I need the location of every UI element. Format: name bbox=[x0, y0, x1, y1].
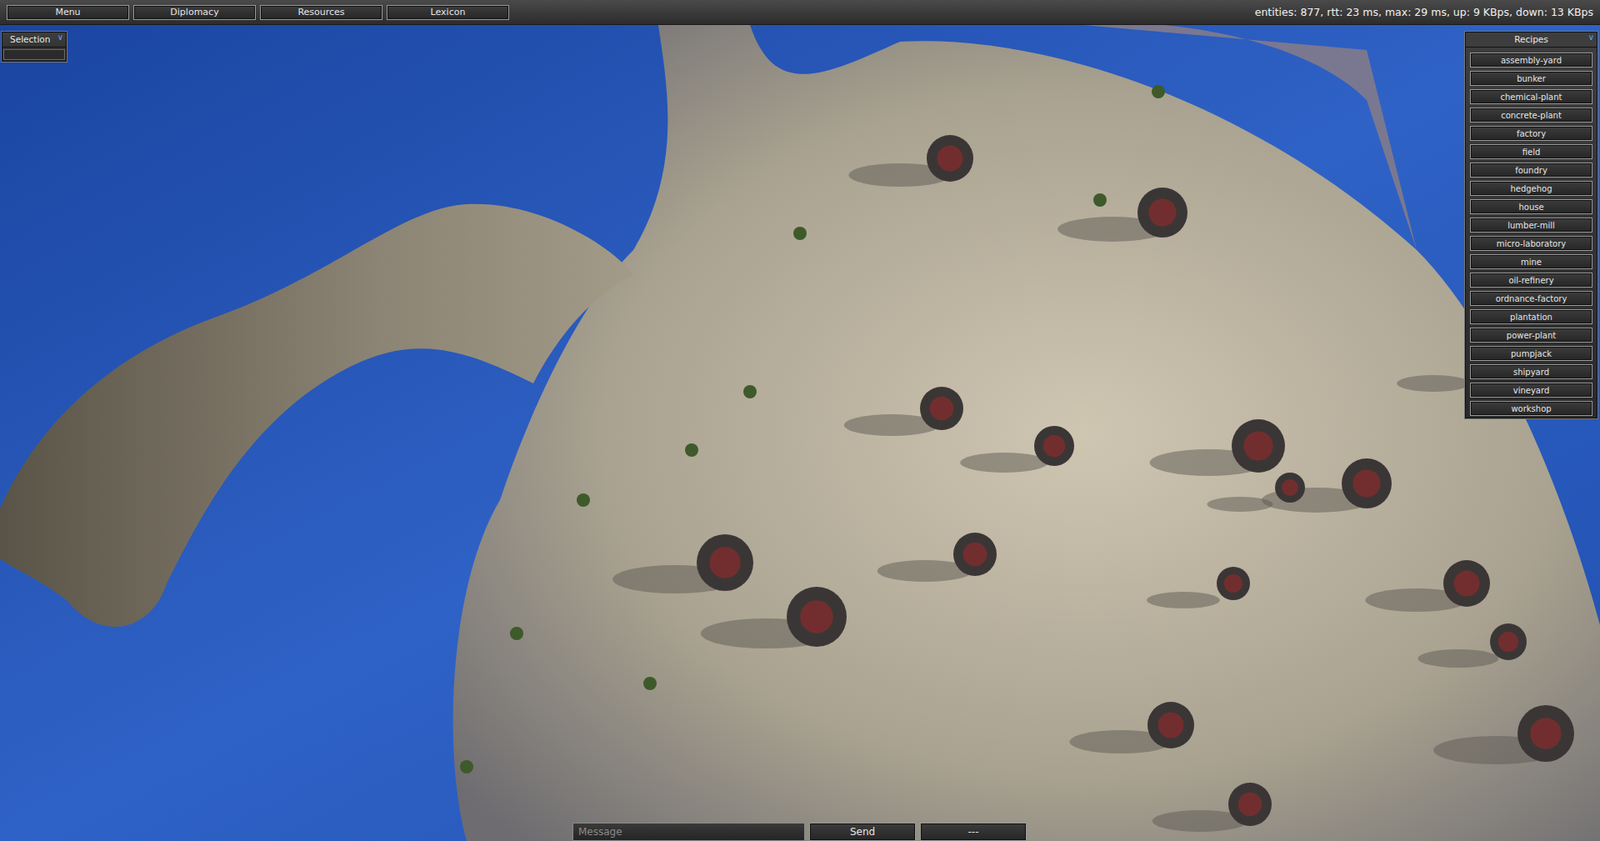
recipes-panel: Recipes ∨ assembly-yard bunker chemical-plan… bbox=[1464, 30, 1599, 420]
recipe-button[interactable]: mine bbox=[1470, 254, 1593, 270]
recipe-button[interactable]: field bbox=[1470, 144, 1593, 160]
menu-bar: MenuDiplomacy ResourcesLexicon entities: 8… bbox=[0, 0, 1600, 25]
recipe-list: assembly-yard bunker chemical-plant concret… bbox=[1465, 47, 1598, 416]
recipe-button[interactable]: house bbox=[1470, 199, 1593, 215]
selection-title[interactable]: Selection ∨ bbox=[1, 31, 67, 48]
chat-bar: Send--- bbox=[572, 822, 1027, 841]
menu-button[interactable]: Lexicon bbox=[386, 5, 510, 20]
chat-option-button[interactable]: --- bbox=[920, 822, 1027, 841]
recipe-button[interactable]: foundry bbox=[1470, 162, 1593, 178]
recipe-button[interactable]: power-plant bbox=[1470, 327, 1593, 343]
collapse-icon[interactable]: ∨ bbox=[1588, 32, 1595, 42]
recipe-button[interactable]: assembly-yard bbox=[1470, 52, 1593, 68]
recipe-button[interactable]: ordnance-factory bbox=[1470, 290, 1593, 306]
recipe-button[interactable]: chemical-plant bbox=[1470, 89, 1593, 105]
menu-buttons: MenuDiplomacy ResourcesLexicon bbox=[6, 5, 510, 20]
menu-button[interactable]: Diplomacy bbox=[133, 5, 256, 20]
recipe-button[interactable]: vineyard bbox=[1470, 382, 1593, 398]
recipe-button[interactable]: factory bbox=[1470, 125, 1593, 141]
game-view[interactable] bbox=[0, 0, 1600, 841]
collapse-icon[interactable]: ∨ bbox=[57, 32, 64, 42]
recipe-button[interactable]: shipyard bbox=[1470, 364, 1593, 380]
selection-panel: Selection ∨ bbox=[0, 30, 68, 63]
recipe-button[interactable]: workshop bbox=[1470, 400, 1593, 416]
selection-title-text: Selection bbox=[10, 34, 50, 45]
recipe-button[interactable]: lumber-mill bbox=[1470, 217, 1593, 233]
recipe-button[interactable]: hedgehog bbox=[1470, 180, 1593, 196]
recipe-button[interactable]: concrete-plant bbox=[1470, 107, 1593, 123]
recipes-title-text: Recipes bbox=[1514, 34, 1549, 45]
network-stats: entities: 877, rtt: 23 ms, max: 29 ms, u… bbox=[1255, 5, 1594, 19]
menu-button[interactable]: Resources bbox=[260, 5, 383, 20]
recipe-button[interactable]: pumpjack bbox=[1470, 345, 1593, 361]
recipe-button[interactable]: bunker bbox=[1470, 70, 1593, 86]
selection-content bbox=[3, 49, 65, 60]
recipe-button[interactable]: plantation bbox=[1470, 309, 1593, 325]
recipe-button[interactable]: micro-laboratory bbox=[1470, 235, 1593, 251]
message-input[interactable] bbox=[572, 822, 805, 841]
recipe-button[interactable]: oil-refinery bbox=[1470, 272, 1593, 288]
recipes-title[interactable]: Recipes ∨ bbox=[1465, 31, 1598, 48]
send-button[interactable]: Send bbox=[809, 822, 916, 841]
menu-button[interactable]: Menu bbox=[6, 5, 130, 20]
